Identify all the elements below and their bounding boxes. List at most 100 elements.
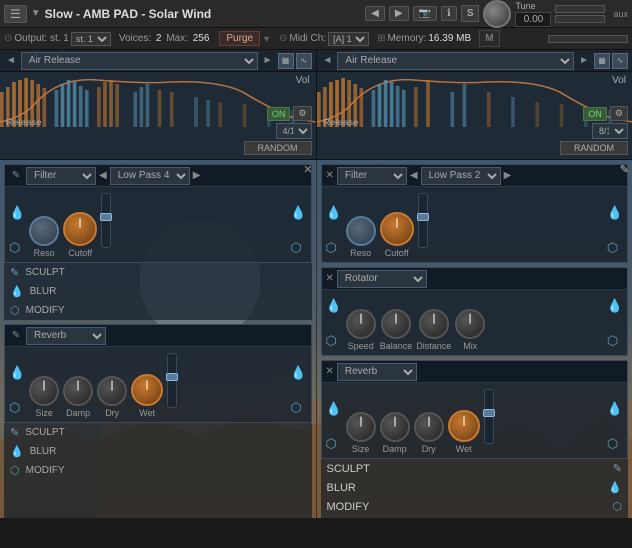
reverb-left-damp-knob[interactable] bbox=[63, 376, 93, 406]
rotator-right-drop-icon[interactable]: 💧 bbox=[607, 298, 623, 314]
filter-left-hex-icon[interactable]: ⬡ bbox=[9, 240, 25, 256]
rotator-balance-knob[interactable] bbox=[381, 309, 411, 339]
env-right-wave-icon[interactable]: ∿ bbox=[612, 53, 628, 69]
filter-left-slider[interactable] bbox=[101, 193, 111, 248]
env-left-random[interactable]: RANDOM bbox=[244, 141, 312, 155]
reverb-right-damp-knob[interactable] bbox=[380, 412, 410, 442]
filter-left-type-prev[interactable]: ◀ bbox=[99, 170, 107, 181]
reverb-left-module-select[interactable]: Reverb bbox=[26, 327, 106, 345]
env-left-div-select[interactable]: 4/1 bbox=[276, 123, 312, 139]
filter-left-edit-btn[interactable]: ✎ bbox=[9, 170, 23, 181]
filter-left-slider-thumb[interactable] bbox=[100, 213, 112, 221]
filter-left-module-select[interactable]: Filter bbox=[26, 167, 96, 185]
env-right-dropdown[interactable]: Air Release bbox=[337, 52, 574, 70]
reverb-right-close-left[interactable]: ✕ bbox=[326, 366, 334, 377]
rotator-speed-knob[interactable] bbox=[346, 309, 376, 339]
reverb-left-drop-icon[interactable]: 💧 bbox=[9, 365, 25, 381]
filter-left-right-hex-icon[interactable]: ⬡ bbox=[290, 240, 306, 256]
rotator-close-left[interactable]: ✕ bbox=[326, 273, 334, 284]
filter-right-slider[interactable] bbox=[418, 193, 428, 248]
blur-row-left-bottom[interactable]: 💧 BLUR bbox=[4, 442, 312, 461]
env-right-gear[interactable]: ⚙ bbox=[610, 106, 628, 121]
blur-row-right-bottom[interactable]: BLUR 💧 bbox=[321, 478, 629, 497]
env-right-nav-left[interactable]: ◄ bbox=[321, 55, 335, 66]
reverb-left-close-btn[interactable]: ✕ bbox=[303, 163, 312, 176]
env-left-nav-left[interactable]: ◄ bbox=[4, 55, 18, 66]
s-button[interactable]: S bbox=[461, 5, 480, 22]
env-left-gear[interactable]: ⚙ bbox=[293, 106, 311, 121]
rotator-module-select[interactable]: Rotator bbox=[337, 270, 427, 288]
modify-row-right-bottom[interactable]: MODIFY ⬡ bbox=[321, 497, 629, 516]
output-select[interactable]: st. 1 bbox=[71, 32, 111, 46]
reverb-right-slider-thumb[interactable] bbox=[483, 409, 495, 417]
env-left-nav-right[interactable]: ► bbox=[261, 55, 275, 66]
reverb-right-slider[interactable] bbox=[484, 389, 494, 444]
menu-button[interactable]: ☰ bbox=[4, 5, 27, 23]
env-left-toggle[interactable]: ON bbox=[267, 107, 291, 121]
reverb-right-edit-btn[interactable]: ✎ bbox=[620, 163, 629, 176]
blur-row-left-top[interactable]: 💧 BLUR bbox=[4, 282, 312, 301]
filter-right-drop-icon[interactable]: 💧 bbox=[326, 205, 342, 221]
rotator-distance-knob[interactable] bbox=[419, 309, 449, 339]
env-right-div-select[interactable]: 8/1 bbox=[592, 123, 628, 139]
camera-btn[interactable]: 📷 bbox=[413, 6, 437, 21]
rotator-hex-icon[interactable]: ⬡ bbox=[326, 333, 342, 349]
prev-instrument-btn[interactable]: ◀ bbox=[365, 6, 385, 21]
filter-right-type-prev[interactable]: ◀ bbox=[410, 170, 418, 181]
filter-right-reso-knob[interactable] bbox=[346, 216, 376, 246]
reverb-left-wet-knob[interactable] bbox=[131, 374, 163, 406]
reverb-right-right-drop-icon[interactable]: 💧 bbox=[607, 401, 623, 417]
filter-right-slider-thumb[interactable] bbox=[417, 213, 429, 221]
midi-select[interactable]: [A] 1 bbox=[328, 32, 369, 46]
reverb-left-hex-icon[interactable]: ⬡ bbox=[9, 400, 25, 416]
reverb-right-dry-knob[interactable] bbox=[414, 412, 444, 442]
filter-left-drop-icon[interactable]: 💧 bbox=[9, 205, 25, 221]
env-right-nav-right[interactable]: ► bbox=[577, 55, 591, 66]
filter-left-right-drop-icon[interactable]: 💧 bbox=[290, 205, 306, 221]
rotator-drop-icon[interactable]: 💧 bbox=[326, 298, 342, 314]
level-slider[interactable] bbox=[548, 35, 628, 43]
filter-right-right-hex-icon[interactable]: ⬡ bbox=[607, 240, 623, 256]
filter-left-reso-knob[interactable] bbox=[29, 216, 59, 246]
env-right-bars-icon[interactable]: ▦ bbox=[594, 53, 610, 69]
rotator-right-hex-icon[interactable]: ⬡ bbox=[607, 333, 623, 349]
modify-row-left-top[interactable]: ⬡ MODIFY bbox=[4, 301, 312, 320]
reverb-left-slider-thumb[interactable] bbox=[166, 373, 178, 381]
sculpt-row-left-top[interactable]: ✎ SCULPT bbox=[4, 263, 312, 282]
filter-left-type-next[interactable]: ▶ bbox=[193, 170, 201, 181]
tune-slider-2[interactable] bbox=[555, 15, 605, 23]
reverb-left-right-drop-icon[interactable]: 💧 bbox=[290, 365, 306, 381]
reverb-left-dry-knob[interactable] bbox=[97, 376, 127, 406]
rotator-mix-knob[interactable] bbox=[455, 309, 485, 339]
reverb-left-slider[interactable] bbox=[167, 353, 177, 408]
sculpt-row-left-bottom[interactable]: ✎ SCULPT bbox=[4, 423, 312, 442]
filter-right-type-next[interactable]: ▶ bbox=[504, 170, 512, 181]
m-button[interactable]: M bbox=[479, 30, 499, 47]
filter-right-close-left[interactable]: ✕ bbox=[326, 170, 334, 181]
env-left-dropdown[interactable]: Air Release bbox=[21, 52, 258, 70]
env-left-wave-icon[interactable]: ∿ bbox=[296, 53, 312, 69]
env-left-bars-icon[interactable]: ▦ bbox=[278, 53, 294, 69]
sculpt-row-right-bottom[interactable]: SCULPT ✎ bbox=[321, 459, 629, 478]
filter-right-module-select[interactable]: Filter bbox=[337, 167, 407, 185]
modify-row-left-bottom[interactable]: ⬡ MODIFY bbox=[4, 461, 312, 480]
reverb-right-size-knob[interactable] bbox=[346, 412, 376, 442]
env-right-toggle[interactable]: ON bbox=[583, 107, 607, 121]
filter-right-hex-icon[interactable]: ⬡ bbox=[326, 240, 342, 256]
reverb-left-edit-btn[interactable]: ✎ bbox=[9, 330, 23, 341]
reverb-left-size-knob[interactable] bbox=[29, 376, 59, 406]
filter-right-right-drop-icon[interactable]: 💧 bbox=[607, 205, 623, 221]
env-right-random[interactable]: RANDOM bbox=[560, 141, 628, 155]
filter-left-type-select[interactable]: Low Pass 4 bbox=[110, 167, 190, 185]
reverb-right-drop-icon[interactable]: 💧 bbox=[326, 401, 342, 417]
reverb-right-hex-icon[interactable]: ⬡ bbox=[326, 436, 342, 452]
info-btn[interactable]: ℹ bbox=[441, 6, 457, 21]
purge-button[interactable]: Purge bbox=[219, 31, 260, 46]
next-instrument-btn[interactable]: ▶ bbox=[389, 6, 409, 21]
tune-knob[interactable] bbox=[483, 0, 511, 28]
reverb-right-module-select[interactable]: Reverb bbox=[337, 363, 417, 381]
reverb-right-wet-knob[interactable] bbox=[448, 410, 480, 442]
filter-left-cutoff-knob[interactable] bbox=[63, 212, 97, 246]
tune-slider-1[interactable] bbox=[555, 5, 605, 13]
filter-right-cutoff-knob[interactable] bbox=[380, 212, 414, 246]
